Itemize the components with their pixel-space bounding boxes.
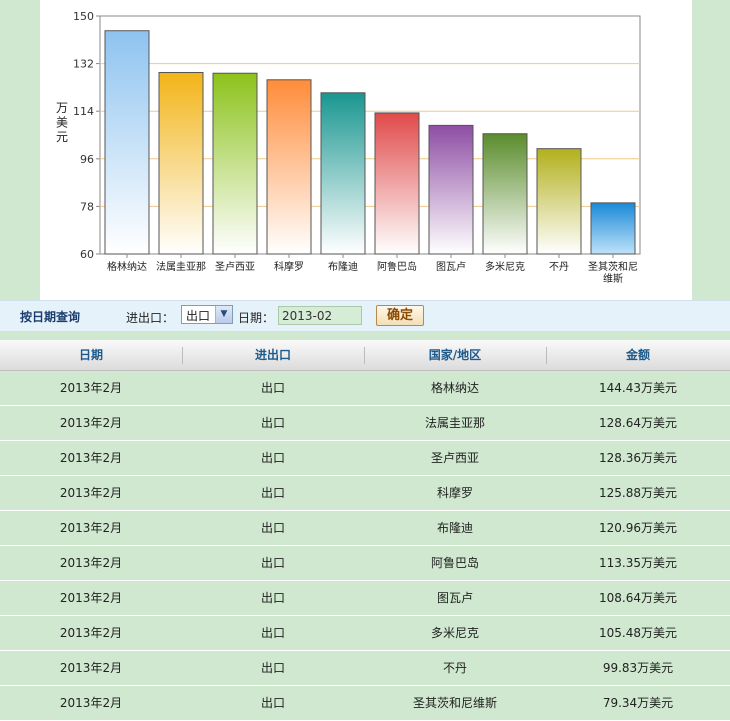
cell-country: 格林纳达 xyxy=(430,381,479,395)
table-row: 2013年2月 出口 法属圭亚那 128.64万美元 xyxy=(0,406,730,441)
cell-io: 出口 xyxy=(260,416,285,430)
bar-chart: 60 78 96 114 132 150 万美元格林纳达 法属圭亚那 圣卢西亚 科摩罗 布隆迪 阿鲁巴… xyxy=(56,10,641,285)
cell-date: 2013年2月 xyxy=(59,416,123,430)
chart-panel: 60 78 96 114 132 150 万美元格林纳达 法属圭亚那 圣卢西亚 科摩罗 布隆迪 阿鲁巴… xyxy=(0,0,730,300)
cell-amount: 113.35万美元 xyxy=(599,556,677,570)
date-input[interactable] xyxy=(278,306,362,325)
confirm-button[interactable]: 确定 xyxy=(376,305,424,326)
cell-amount: 105.48万美元 xyxy=(599,626,677,640)
bar xyxy=(536,148,582,255)
data-table: 日期 进出口 国家/地区 金额 2013年2月 出口 格林纳达 144.43万美… xyxy=(0,340,730,721)
table-row: 2013年2月 出口 不丹 99.83万美元 xyxy=(0,651,730,686)
y-tick-label: 60 xyxy=(80,248,94,261)
bar xyxy=(320,92,366,255)
x-tick-label: 圣卢西亚 xyxy=(215,260,255,273)
cell-amount: 79.34万美元 xyxy=(602,696,674,710)
query-bar: 按日期查询 进出口： 出口 ▼ 日期： 确定 xyxy=(0,300,730,332)
cell-date: 2013年2月 xyxy=(59,451,123,465)
table-row: 2013年2月 出口 圣其茨和尼维斯 79.34万美元 xyxy=(0,686,730,721)
bar xyxy=(266,79,312,255)
cell-country: 图瓦卢 xyxy=(436,591,473,605)
cell-io: 出口 xyxy=(260,521,285,535)
bar xyxy=(158,71,204,255)
cell-country: 不丹 xyxy=(442,661,467,675)
cell-io: 出口 xyxy=(260,661,285,675)
io-select[interactable]: 出口 ▼ xyxy=(181,305,233,324)
cell-amount: 120.96万美元 xyxy=(599,521,677,535)
table-header: 日期 进出口 国家/地区 金额 xyxy=(0,340,730,371)
cell-date: 2013年2月 xyxy=(59,591,123,605)
cell-country: 圣卢西亚 xyxy=(430,451,479,465)
io-select-value: 出口 xyxy=(186,309,211,323)
table-row: 2013年2月 出口 图瓦卢 108.64万美元 xyxy=(0,581,730,616)
cell-amount: 108.64万美元 xyxy=(599,591,677,605)
cell-io: 出口 xyxy=(260,451,285,465)
x-tick-label: 法属圭亚那 xyxy=(156,260,206,273)
x-tick-label: 圣其茨和尼维斯 xyxy=(588,260,638,285)
y-axis-label: 万美元 xyxy=(56,101,68,144)
chart-area: 60 78 96 114 132 150 万美元格林纳达 法属圭亚那 圣卢西亚 科摩罗 布隆迪 阿鲁巴… xyxy=(40,0,692,300)
y-tick-label: 132 xyxy=(73,58,94,71)
cell-country: 法属圭亚那 xyxy=(424,416,485,430)
cell-io: 出口 xyxy=(260,626,285,640)
cell-amount: 144.43万美元 xyxy=(599,381,677,395)
cell-io: 出口 xyxy=(260,381,285,395)
bar xyxy=(104,30,150,255)
cell-io: 出口 xyxy=(260,486,285,500)
header-io[interactable]: 进出口 xyxy=(182,340,364,370)
x-tick-label: 图瓦卢 xyxy=(436,260,466,273)
y-tick-label: 150 xyxy=(73,10,94,23)
cell-date: 2013年2月 xyxy=(59,696,123,710)
cell-date: 2013年2月 xyxy=(59,661,123,675)
io-label: 进出口： xyxy=(126,311,175,325)
cell-io: 出口 xyxy=(260,591,285,605)
cell-country: 阿鲁巴岛 xyxy=(430,556,479,570)
cell-date: 2013年2月 xyxy=(59,626,123,640)
table-row: 2013年2月 出口 格林纳达 144.43万美元 xyxy=(0,371,730,406)
bar xyxy=(374,112,420,255)
x-tick-label: 多米尼克 xyxy=(485,260,525,273)
cell-amount: 125.88万美元 xyxy=(599,486,677,500)
cell-date: 2013年2月 xyxy=(59,521,123,535)
x-tick-label: 不丹 xyxy=(549,261,569,273)
x-tick-label: 阿鲁巴岛 xyxy=(377,260,417,273)
x-tick-label: 格林纳达 xyxy=(107,260,147,273)
y-tick-label: 114 xyxy=(73,105,94,118)
header-country[interactable]: 国家/地区 xyxy=(364,340,546,370)
cell-country: 布隆迪 xyxy=(436,521,473,535)
cell-date: 2013年2月 xyxy=(59,556,123,570)
bar xyxy=(428,124,474,255)
x-tick-label: 科摩罗 xyxy=(274,260,304,273)
table-row: 2013年2月 出口 多米尼克 105.48万美元 xyxy=(0,616,730,651)
cell-country: 科摩罗 xyxy=(436,486,473,500)
cell-amount: 99.83万美元 xyxy=(602,661,674,675)
cell-amount: 128.64万美元 xyxy=(599,416,677,430)
cell-io: 出口 xyxy=(260,696,285,710)
y-tick-label: 78 xyxy=(80,200,94,213)
cell-country: 圣其茨和尼维斯 xyxy=(412,696,497,710)
chevron-down-icon[interactable]: ▼ xyxy=(215,306,232,323)
table-row: 2013年2月 出口 阿鲁巴岛 113.35万美元 xyxy=(0,546,730,581)
x-tick-label: 布隆迪 xyxy=(328,260,358,273)
cell-country: 多米尼克 xyxy=(430,626,479,640)
cell-date: 2013年2月 xyxy=(59,381,123,395)
header-date[interactable]: 日期 xyxy=(0,340,182,370)
cell-amount: 128.36万美元 xyxy=(599,451,677,465)
bar xyxy=(212,72,258,255)
header-amount[interactable]: 金额 xyxy=(546,340,730,370)
date-label: 日期： xyxy=(238,311,275,325)
table-row: 2013年2月 出口 科摩罗 125.88万美元 xyxy=(0,476,730,511)
bar xyxy=(482,133,528,255)
table-body: 2013年2月 出口 格林纳达 144.43万美元 2013年2月 出口 法属圭… xyxy=(0,371,730,721)
y-tick-label: 96 xyxy=(80,153,94,166)
cell-io: 出口 xyxy=(260,556,285,570)
table-row: 2013年2月 出口 布隆迪 120.96万美元 xyxy=(0,511,730,546)
cell-date: 2013年2月 xyxy=(59,486,123,500)
query-title: 按日期查询 xyxy=(20,310,81,324)
bar xyxy=(590,202,636,255)
table-row: 2013年2月 出口 圣卢西亚 128.36万美元 xyxy=(0,441,730,476)
